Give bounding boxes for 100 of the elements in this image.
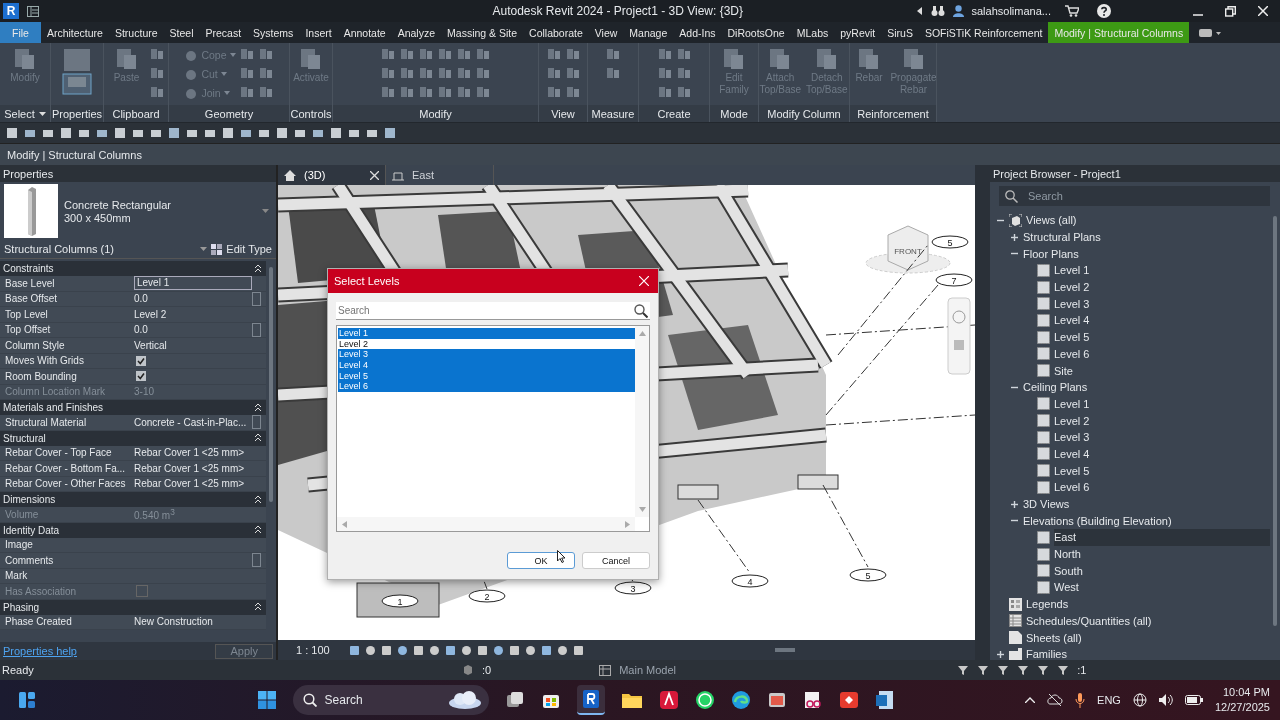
app-logo[interactable]: R <box>3 3 19 19</box>
tree-item[interactable]: Level 4 <box>1054 312 1270 329</box>
list-item[interactable]: Level 2 <box>338 338 635 350</box>
tree-item[interactable]: Level 3 <box>1054 295 1270 313</box>
model-dropdown[interactable]: Main Model <box>619 664 950 676</box>
view-control-icon[interactable] <box>508 644 520 656</box>
tool-icon[interactable] <box>399 84 415 100</box>
expand-icon[interactable] <box>1010 232 1019 242</box>
selection-filter-icon[interactable] <box>1057 664 1070 676</box>
dialog-button[interactable]: OK <box>507 552 575 569</box>
snipping-icon[interactable] <box>802 690 823 710</box>
caret-icon[interactable] <box>262 209 269 213</box>
cart-icon[interactable] <box>1065 5 1079 17</box>
category-dropdown[interactable]: Structural Columns (1) <box>4 243 197 255</box>
layout-icon[interactable] <box>27 5 39 17</box>
toolbar-icon[interactable] <box>6 127 18 139</box>
panel-title[interactable]: Controls <box>290 105 332 122</box>
ribbon-tab[interactable]: MLabs <box>790 22 835 43</box>
selection-filter-icon[interactable] <box>957 664 970 676</box>
group-header[interactable]: Structural <box>3 432 46 444</box>
ribbon-tab[interactable]: Analyze <box>391 22 442 43</box>
tree-item[interactable]: Level 3 <box>1054 428 1270 446</box>
ribbon-tab[interactable]: Massing & Site <box>441 22 524 43</box>
list-item[interactable]: Level 5 <box>338 370 635 382</box>
view-control-icon[interactable] <box>380 644 392 656</box>
toolbar-icon[interactable] <box>114 127 126 139</box>
toolbar-icon[interactable] <box>348 127 360 139</box>
help-icon[interactable] <box>1097 4 1111 18</box>
tree-item[interactable]: Level 4 <box>1054 445 1270 463</box>
tree-item[interactable]: Legends <box>1026 595 1270 613</box>
toolbar-icon[interactable] <box>366 127 378 139</box>
list-item[interactable]: Level 1 <box>338 328 635 339</box>
language-indicator[interactable]: ENG <box>1097 694 1121 706</box>
ribbon-tab[interactable]: SOFiSTiK Reinforcement <box>918 22 1049 43</box>
ribbon-tab[interactable]: pyRevit <box>834 22 882 43</box>
collapse-icon[interactable] <box>255 526 261 534</box>
selection-filter-icon[interactable] <box>977 664 990 676</box>
browser-icon[interactable] <box>730 690 751 710</box>
view-control-icon[interactable] <box>460 644 472 656</box>
toolbar-icon[interactable] <box>24 127 36 139</box>
edit-type-button[interactable]: Edit Type <box>211 243 272 255</box>
back-icon[interactable] <box>916 7 923 15</box>
tree-item[interactable]: Sheets (all) <box>1026 629 1270 646</box>
associate-button[interactable] <box>252 322 261 337</box>
ribbon-tab[interactable]: Insert <box>299 22 338 43</box>
tree-item[interactable]: Level 5 <box>1054 462 1270 479</box>
tool-icon[interactable] <box>564 65 581 81</box>
tree-item[interactable]: 3D Views <box>1023 495 1270 513</box>
collapse-icon[interactable] <box>255 264 261 273</box>
view-control-icon[interactable] <box>492 644 504 656</box>
binoculars-icon[interactable] <box>930 5 945 17</box>
panel-title[interactable]: Clipboard <box>104 105 168 122</box>
search-input[interactable]: Search <box>336 304 634 317</box>
search-field[interactable]: Search <box>999 186 1270 206</box>
panel-title[interactable]: Modify Column <box>759 105 849 122</box>
group-header[interactable]: Dimensions <box>3 494 56 505</box>
table-icon[interactable] <box>599 664 612 676</box>
view-control-icon[interactable] <box>540 644 552 656</box>
view-tab[interactable]: (3D) <box>278 165 386 185</box>
tree-item[interactable]: Ceiling Plans <box>1023 378 1270 396</box>
tree-item[interactable]: Level 6 <box>1054 345 1270 363</box>
tree-item[interactable]: Level 1 <box>1054 395 1270 413</box>
tool-icon[interactable] <box>564 46 581 62</box>
panel-title[interactable]: View <box>539 105 587 122</box>
tree-item[interactable]: Structural Plans <box>1023 228 1270 246</box>
chat-icon[interactable] <box>694 690 715 710</box>
tool-icon[interactable] <box>545 65 562 81</box>
taskbar-app[interactable] <box>576 685 605 715</box>
view-control-icon[interactable] <box>412 644 424 656</box>
toolbar-icon[interactable] <box>384 127 396 139</box>
sync-off-icon[interactable] <box>1047 693 1064 707</box>
restore-icon[interactable] <box>1225 5 1236 17</box>
ribbon-options-icon[interactable] <box>1199 28 1222 37</box>
clock-time[interactable]: 10:04 PM <box>1222 685 1270 700</box>
tool-icon[interactable] <box>475 65 491 81</box>
tree-item[interactable]: Level 2 <box>1054 278 1270 296</box>
tool-icon[interactable] <box>418 46 434 62</box>
tool-icon[interactable] <box>675 84 692 100</box>
tool-icon[interactable] <box>418 84 434 100</box>
tree-item[interactable]: Views (all) <box>1026 212 1270 229</box>
tool-icon[interactable] <box>675 65 692 81</box>
panel-title[interactable]: Geometry <box>169 105 289 122</box>
toolbar-icon[interactable] <box>42 127 54 139</box>
help-link[interactable]: Properties help <box>3 645 77 657</box>
view-control-icon[interactable] <box>364 644 376 656</box>
dialog-button[interactable]: Cancel <box>582 552 650 569</box>
tool-icon[interactable] <box>437 46 453 62</box>
widgets-icon[interactable] <box>18 691 36 709</box>
toolbar-icon[interactable] <box>204 127 216 139</box>
tool-icon[interactable] <box>399 65 415 81</box>
checkbox[interactable] <box>136 355 146 366</box>
tool-icon[interactable] <box>257 46 274 62</box>
tool-icon[interactable] <box>399 46 415 62</box>
tool-icon[interactable] <box>238 65 255 81</box>
panel-title[interactable]: Select <box>0 105 50 122</box>
expand-icon[interactable] <box>1010 499 1019 509</box>
acrobat-icon[interactable] <box>658 690 679 710</box>
toolbar-icon[interactable] <box>132 127 144 139</box>
toolbar-icon[interactable] <box>96 127 108 139</box>
tool-icon[interactable] <box>656 84 673 100</box>
